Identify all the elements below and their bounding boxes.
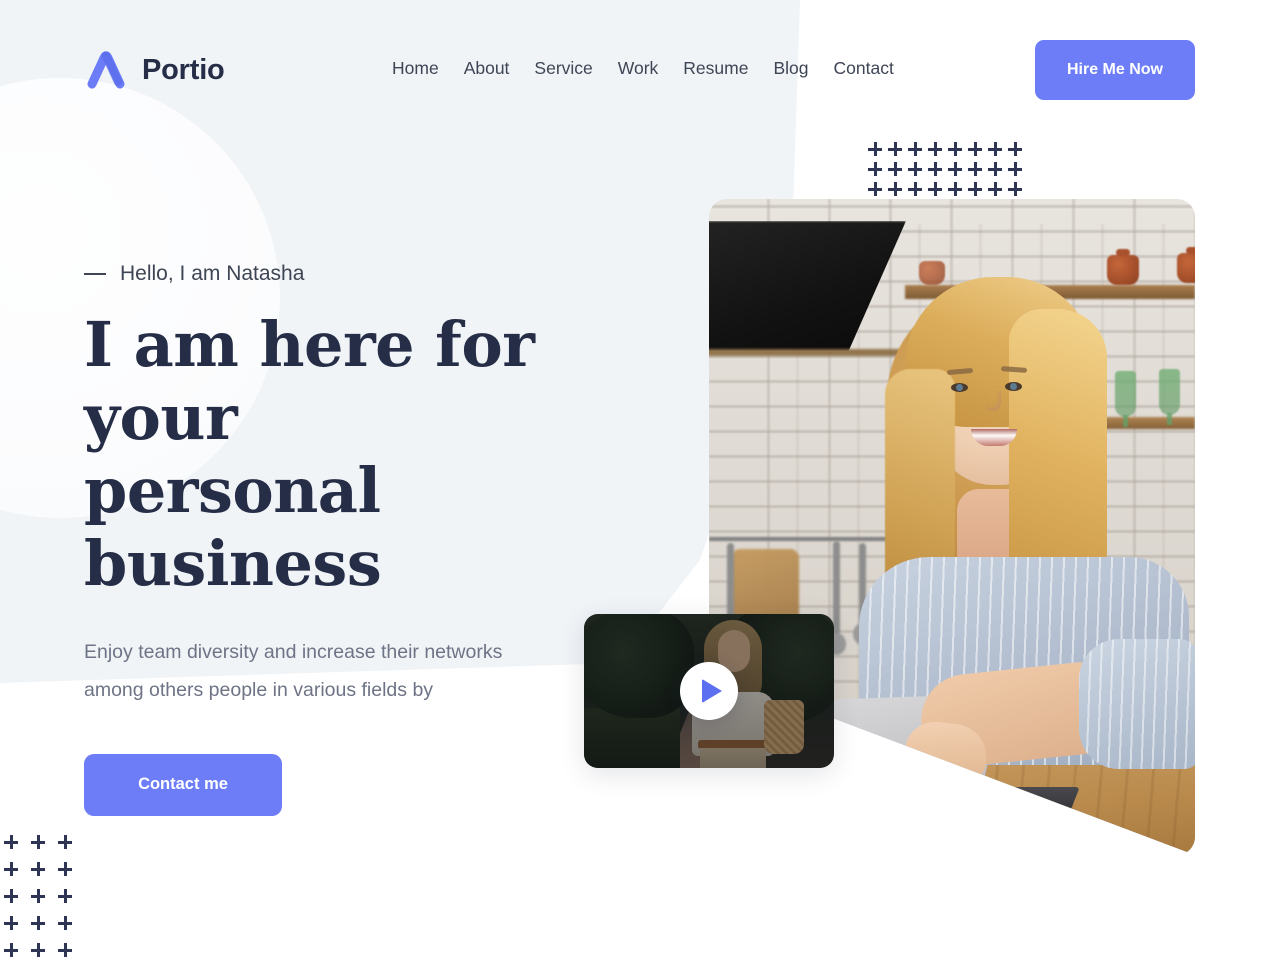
plus-icon [928,162,942,176]
plus-icon [4,835,18,849]
plus-icon [4,889,18,903]
contact-me-button[interactable]: Contact me [84,753,282,816]
plus-icon [928,182,942,196]
hero-greeting: Hello, I am Natasha [84,262,644,286]
plus-icon [1008,142,1022,156]
video-play-button[interactable] [680,662,738,720]
hero-greeting-text: Hello, I am Natasha [120,262,305,285]
plus-icon [868,162,882,176]
plus-pattern-bottom-left [4,835,85,960]
hire-me-now-button[interactable]: Hire Me Now [1035,40,1195,100]
plus-icon [868,182,882,196]
plus-icon [31,835,45,849]
brand-logo[interactable]: Portio [84,48,225,92]
plus-icon [58,835,72,849]
plus-icon [58,943,72,957]
hero-content: Hello, I am Natasha I am here for your p… [84,262,644,816]
plus-icon [988,162,1002,176]
plus-icon [988,142,1002,156]
nav-item-service[interactable]: Service [534,58,592,79]
plus-icon [4,862,18,876]
nav-item-contact[interactable]: Contact [834,58,894,79]
plus-icon [868,142,882,156]
plus-icon [948,162,962,176]
plus-icon [928,142,942,156]
plus-icon [888,162,902,176]
plus-icon [948,182,962,196]
primary-navigation: Home About Service Work Resume Blog Cont… [392,58,894,79]
hero-page: Portio Home About Service Work Resume Bl… [0,0,1280,960]
plus-icon [1008,162,1022,176]
plus-icon [968,182,982,196]
plus-icon [31,916,45,930]
plus-icon [968,162,982,176]
plus-icon [888,182,902,196]
hero-subtitle: Enjoy team diversity and increase their … [84,640,503,702]
nav-item-work[interactable]: Work [618,58,659,79]
plus-icon [968,142,982,156]
plus-icon [31,943,45,957]
play-icon [702,679,722,703]
plus-icon [4,943,18,957]
plus-icon [58,916,72,930]
plus-icon [888,142,902,156]
plus-icon [31,862,45,876]
site-header: Portio Home About Service Work Resume Bl… [0,0,1280,140]
dash-icon [84,273,106,275]
plus-icon [58,862,72,876]
nav-item-blog[interactable]: Blog [773,58,808,79]
nav-item-home[interactable]: Home [392,58,439,79]
plus-icon [58,889,72,903]
plus-icon [908,182,922,196]
nav-item-resume[interactable]: Resume [683,58,748,79]
plus-icon [948,142,962,156]
brand-name: Portio [142,53,225,86]
plus-pattern-top-right [868,142,1028,202]
plus-icon [908,142,922,156]
plus-icon [988,182,1002,196]
plus-icon [908,162,922,176]
portio-a-mark-icon [84,48,128,92]
plus-icon [31,889,45,903]
plus-icon [1008,182,1022,196]
nav-item-about[interactable]: About [464,58,510,79]
plus-icon [4,916,18,930]
hero-title: I am here for your personal business [84,308,535,601]
